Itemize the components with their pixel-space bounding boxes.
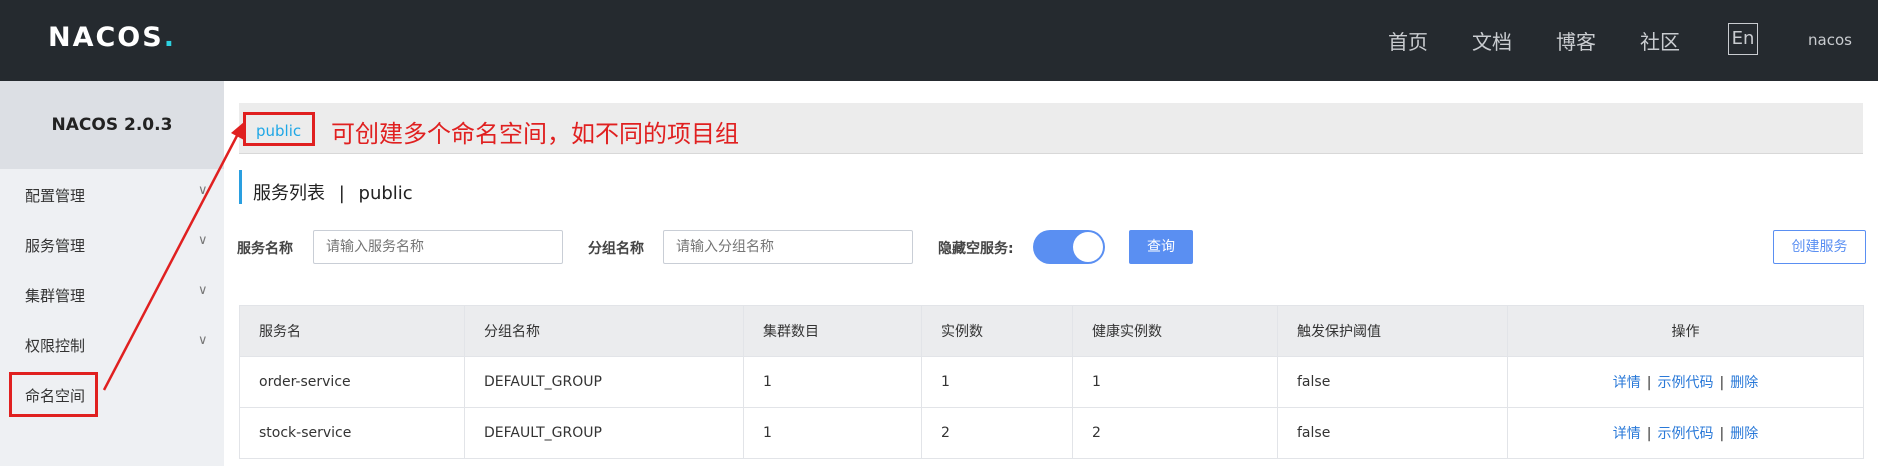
- annotation-arrow: [102, 122, 244, 391]
- arrow-line: [102, 129, 242, 391]
